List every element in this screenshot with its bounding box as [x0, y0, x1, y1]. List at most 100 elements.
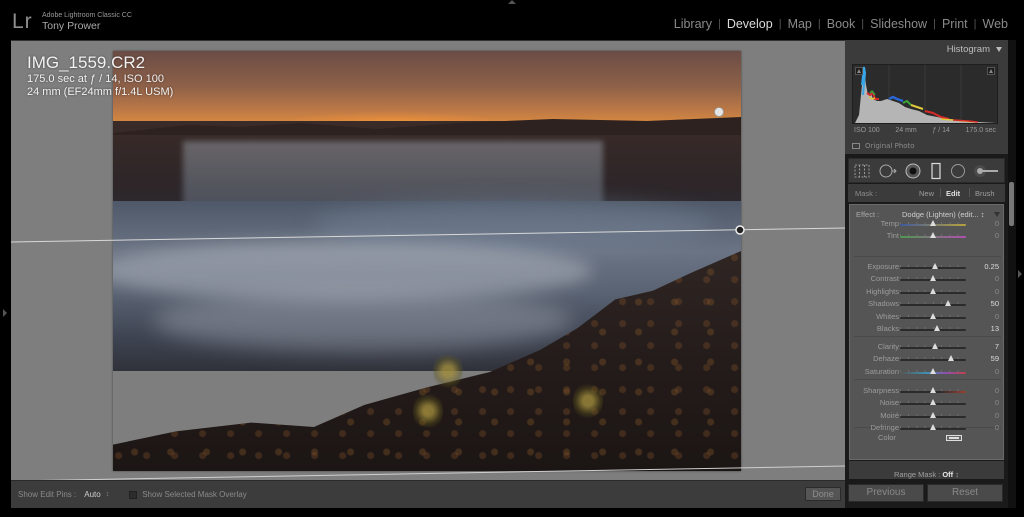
slider-thumb[interactable] — [947, 355, 954, 362]
photo-preview[interactable] — [113, 51, 741, 471]
module-slideshow[interactable]: Slideshow — [864, 17, 933, 31]
slider-value[interactable]: 7 — [995, 342, 999, 351]
slider-defringe: Defringe 0 — [850, 423, 1005, 435]
histogram-header[interactable]: Histogram — [845, 40, 1008, 58]
identity-plate-name: Tony Prower — [42, 20, 101, 32]
slider-highlights: Highlights 0 — [850, 287, 1005, 299]
highlight-clipping-indicator[interactable] — [987, 67, 995, 75]
red-eye-icon[interactable] — [905, 163, 921, 179]
slider-dehaze: Dehaze 59 — [850, 354, 1005, 366]
slider-value[interactable]: 0 — [995, 287, 999, 296]
slider-value[interactable]: 0 — [995, 219, 999, 228]
left-panel-toggle-icon[interactable] — [3, 309, 7, 317]
module-picker: Library | Develop | Map | Book | Slideshow | Print… — [668, 17, 1014, 31]
range-mask-select[interactable]: Off — [942, 470, 953, 479]
right-panel-toggle-icon[interactable] — [1018, 270, 1022, 278]
panel-collapse-icon[interactable] — [996, 47, 1002, 52]
slider-label: Saturation — [864, 366, 899, 376]
slider-thumb[interactable] — [930, 275, 936, 282]
mask-brush-button[interactable]: Brush — [975, 189, 995, 198]
mask-overlay-checkbox[interactable] — [129, 490, 138, 499]
right-panel-scrollbar[interactable] — [1008, 40, 1016, 508]
slider-value[interactable]: 0 — [995, 411, 999, 420]
slider-thumb[interactable] — [930, 399, 936, 406]
tool-strip — [848, 158, 1005, 183]
slider-thumb[interactable] — [930, 287, 936, 294]
photo-exposure-info: 175.0 sec at ƒ / 14, ISO 100 — [27, 73, 164, 85]
slider-clarity: Clarity 7 — [850, 342, 1005, 354]
previous-button[interactable]: Previous — [848, 484, 924, 502]
slider-thumb[interactable] — [933, 325, 940, 331]
slider-sharpness: Sharpness 0 — [850, 386, 1005, 398]
slider-value[interactable]: 13 — [991, 324, 999, 333]
slider-thumb[interactable] — [930, 411, 936, 418]
slider-value[interactable]: 50 — [991, 299, 999, 308]
slider-value[interactable]: 0 — [995, 423, 999, 432]
slider-value[interactable]: 0 — [995, 312, 999, 321]
slider-label: Noise — [879, 398, 899, 408]
slider-thumb[interactable] — [930, 424, 936, 431]
effect-preset-select[interactable]: Dodge (Lighten) (edit... ↕ — [902, 210, 985, 219]
original-photo-checkbox[interactable] — [852, 143, 860, 149]
slider-label: Whites — [876, 311, 899, 321]
radial-filter-icon[interactable] — [950, 163, 966, 179]
module-print[interactable]: Print — [936, 17, 974, 31]
slider-label: Shadows — [868, 299, 899, 309]
slider-label: Moiré — [880, 410, 899, 420]
slider-label: Contrast — [870, 274, 899, 284]
slider-thumb[interactable] — [930, 312, 936, 319]
slider-track[interactable] — [900, 304, 966, 307]
histogram-luminance — [855, 67, 997, 123]
color-swatch[interactable] — [946, 435, 962, 441]
slider-label: Dehaze — [873, 354, 899, 364]
stepper-icon[interactable]: ↕ — [106, 491, 110, 498]
slider-thumb[interactable] — [930, 387, 936, 393]
slider-thumb[interactable] — [930, 232, 936, 239]
reset-button[interactable]: Reset — [927, 484, 1003, 502]
show-edit-pins-label: Show Edit Pins : — [18, 490, 77, 499]
slider-thumb[interactable] — [944, 300, 951, 307]
original-photo-toggle[interactable]: Original Photo — [852, 142, 915, 150]
slider-thumb[interactable] — [930, 367, 936, 374]
slider-value[interactable]: 0 — [995, 274, 999, 283]
spot-removal-icon[interactable] — [879, 164, 897, 178]
slider-thumb[interactable] — [931, 263, 938, 269]
slider-value[interactable]: 0.25 — [984, 262, 999, 271]
mask-new-button[interactable]: New — [919, 189, 934, 198]
stepper-icon[interactable]: ↕ — [955, 470, 959, 479]
slider-value[interactable]: 0 — [995, 231, 999, 240]
histogram-graph[interactable] — [852, 64, 998, 124]
module-library[interactable]: Library — [668, 17, 718, 31]
histogram-panel: ISO 100 24 mm ƒ / 14 175.0 sec Original … — [845, 58, 1008, 154]
module-develop[interactable]: Develop — [721, 17, 779, 31]
slider-track[interactable] — [900, 359, 966, 362]
photo-plant — [433, 351, 463, 391]
scrollbar-thumb[interactable] — [1009, 182, 1014, 226]
done-button[interactable]: Done — [805, 487, 841, 501]
crop-overlay-icon[interactable] — [854, 164, 870, 178]
show-edit-pins-select[interactable]: Auto — [84, 490, 100, 499]
slider-label: Tint — [886, 231, 899, 241]
disclosure-triangle-icon[interactable] — [994, 212, 1000, 217]
module-map[interactable]: Map — [782, 17, 818, 31]
slider-label: Blacks — [876, 324, 899, 333]
slider-thumb[interactable] — [931, 343, 938, 349]
slider-value[interactable]: 0 — [995, 386, 999, 395]
slider-thumb[interactable] — [930, 220, 936, 226]
slider-value[interactable]: 0 — [995, 367, 999, 376]
divider — [969, 188, 970, 197]
module-book[interactable]: Book — [821, 17, 862, 31]
slider-value[interactable]: 59 — [991, 354, 999, 363]
top-panel-toggle-icon[interactable] — [508, 0, 516, 4]
module-web[interactable]: Web — [977, 17, 1014, 31]
slider-exposure: Exposure 0.25 — [850, 262, 1005, 274]
shadow-clipping-indicator[interactable] — [855, 67, 863, 75]
slider-value[interactable]: 0 — [995, 398, 999, 407]
graduated-filter-icon[interactable] — [930, 162, 942, 180]
lightroom-logo: Lr — [12, 10, 33, 33]
adjustment-brush-icon[interactable] — [973, 164, 1001, 178]
photo-plant — [573, 381, 603, 421]
mask-edit-button[interactable]: Edit — [946, 189, 960, 198]
image-canvas[interactable]: IMG_1559.CR2 175.0 sec at ƒ / 14, ISO 10… — [11, 40, 845, 480]
effect-label: Effect : — [856, 210, 880, 219]
